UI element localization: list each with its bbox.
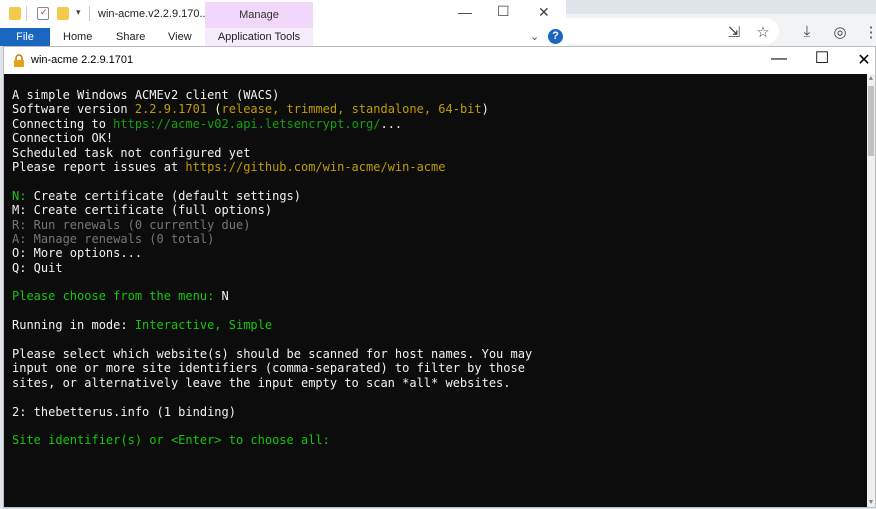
terminal-text: Q: Quit: [12, 260, 63, 275]
terminal-text: ): [481, 102, 489, 117]
terminal-line: input one or more site identifiers (comm…: [12, 361, 859, 375]
scrollbar-thumb[interactable]: [868, 86, 874, 156]
terminal-text: 2.2.9.1701: [134, 102, 208, 117]
terminal-line: Please select which website(s) should be…: [12, 347, 859, 361]
terminal-text: Connection OK!: [12, 131, 114, 146]
terminal-text: input one or more site identifiers (comm…: [12, 361, 525, 376]
terminal-output[interactable]: A simple Windows ACMEv2 client (WACS) Sof…: [4, 74, 867, 507]
terminal-line: sites, or alternatively leave the input …: [12, 376, 859, 390]
terminal-text: O: More options...: [12, 246, 143, 261]
scroll-down-icon[interactable]: ▼: [867, 499, 875, 506]
terminal-text: Please select which website(s) should be…: [12, 347, 533, 362]
terminal-line: 2: thebetterus.info (1 binding): [12, 405, 859, 419]
terminal-text: Create certificate (default settings): [26, 188, 301, 203]
terminal-line: Software version 2.2.9.1701 (release, tr…: [12, 102, 859, 116]
terminal-text: sites, or alternatively leave the input …: [12, 375, 511, 390]
terminal-line: Please report issues at https://github.c…: [12, 160, 859, 174]
console-titlebar: win-acme 2.2.9.1701 — ☐ ✕: [4, 47, 875, 74]
terminal-text: A: Manage renewals (0 total): [12, 231, 215, 246]
terminal-text: N: [221, 289, 229, 304]
dropdown-icon[interactable]: ▾: [76, 7, 81, 18]
maximize-icon[interactable]: ☐: [810, 48, 834, 68]
terminal-line: A: Manage renewals (0 total): [12, 232, 859, 246]
terminal-line: Running in mode: Interactive, Simple: [12, 318, 859, 332]
terminal-text: Interactive, Simple: [134, 318, 273, 333]
terminal-text: A simple Windows ACMEv2 client (WACS): [12, 88, 280, 102]
close-icon[interactable]: ✕: [538, 4, 550, 21]
terminal-text: M: Create certificate (full options): [12, 203, 273, 218]
title-divider: [89, 6, 90, 21]
explorer-titlebar: ✓ ▾ win-acme.v2.2.9.170... Manage — ☐ ✕: [0, 0, 566, 29]
terminal-line: R: Run renewals (0 currently due): [12, 218, 859, 232]
minimize-icon[interactable]: —: [767, 50, 791, 68]
console-title: win-acme 2.2.9.1701: [31, 54, 134, 66]
terminal-text: Site identifier(s) or <Enter> to choose …: [12, 433, 338, 448]
qa-divider: [26, 6, 27, 21]
terminal-text: R: Run renewals (0 currently due): [12, 217, 251, 232]
properties-icon[interactable]: ✓: [37, 7, 49, 20]
new-folder-icon[interactable]: [57, 7, 69, 20]
browser-tabstrip: [566, 0, 876, 14]
terminal-line: Connecting to https://acme-v02.api.letse…: [12, 117, 859, 131]
terminal-text: Software version: [12, 102, 135, 117]
terminal-text: Running in mode:: [12, 318, 135, 333]
terminal-text: release, trimmed, standalone, 64-bit: [221, 102, 482, 117]
help-icon[interactable]: ?: [548, 29, 563, 44]
scroll-up-icon[interactable]: ▲: [867, 75, 875, 82]
tab-file[interactable]: File: [0, 28, 50, 46]
lock-icon: [14, 54, 24, 67]
close-icon[interactable]: ✕: [852, 50, 876, 70]
terminal-line: O: More options...: [12, 246, 859, 260]
file-explorer-window: ✓ ▾ win-acme.v2.2.9.170... Manage — ☐ ✕ …: [0, 0, 566, 47]
terminal-line: Connection OK!: [12, 131, 859, 145]
tab-view[interactable]: View: [168, 31, 192, 43]
address-bar[interactable]: [566, 18, 779, 44]
minimize-icon[interactable]: —: [458, 4, 472, 20]
terminal-line: Please choose from the menu: N: [12, 289, 859, 303]
terminal-text: N:: [12, 188, 27, 203]
terminal-line: Site identifier(s) or <Enter> to choose …: [12, 433, 859, 447]
ribbon: File Home Share View Application Tools ⌄…: [0, 28, 566, 47]
terminal-text: Connecting to: [12, 116, 114, 131]
menu-icon[interactable]: ⋮: [862, 23, 876, 41]
maximize-icon[interactable]: ☐: [497, 3, 510, 20]
browser-toolbar: ⇲ ☆ ⤓ ◎ ⋮: [566, 14, 876, 46]
scrollbar[interactable]: ▲ ▼: [867, 74, 875, 507]
terminal-text: https://github.com/win-acme/win-acme: [185, 159, 446, 174]
star-icon[interactable]: ☆: [754, 23, 772, 41]
terminal-text: Please choose from the menu:: [12, 289, 222, 304]
terminal-text: 2: thebetterus.info (1 binding): [12, 404, 236, 419]
terminal-line: M: Create certificate (full options): [12, 203, 859, 217]
console-window: win-acme 2.2.9.1701 — ☐ ✕ A simple Windo…: [3, 46, 876, 508]
chevron-down-icon[interactable]: ⌄: [530, 30, 539, 43]
terminal-line: Q: Quit: [12, 261, 859, 275]
tab-application-tools[interactable]: Application Tools: [205, 28, 313, 46]
terminal-text: (: [207, 102, 222, 117]
terminal-line: Scheduled task not configured yet: [12, 146, 859, 160]
terminal-text: ...: [380, 116, 403, 131]
tab-share[interactable]: Share: [116, 31, 145, 43]
terminal-text: https://acme-v02.api.letsencrypt.org/: [113, 116, 381, 131]
terminal-line: N: Create certificate (default settings): [12, 189, 859, 203]
explorer-title: win-acme.v2.2.9.170...: [98, 8, 209, 20]
tab-manage[interactable]: Manage: [205, 2, 313, 29]
tab-home[interactable]: Home: [63, 31, 92, 43]
terminal-line: A simple Windows ACMEv2 client (WACS): [12, 88, 859, 102]
terminal-text: Please report issues at: [12, 159, 186, 174]
terminal-text: Scheduled task not configured yet: [12, 145, 251, 160]
folder-icon[interactable]: [9, 7, 21, 20]
download-icon[interactable]: ⤓: [798, 23, 816, 40]
profile-icon[interactable]: ◎: [831, 23, 849, 41]
install-app-icon[interactable]: ⇲: [725, 23, 743, 41]
